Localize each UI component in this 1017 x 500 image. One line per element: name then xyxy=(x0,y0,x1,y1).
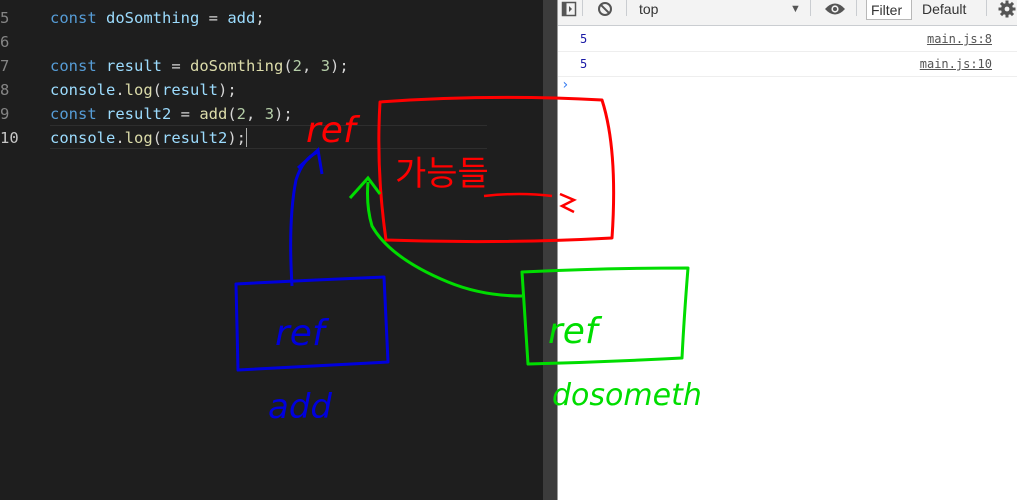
code-token: 3 xyxy=(264,105,275,123)
code-text: console.log(result2); xyxy=(50,126,248,150)
console-source-link[interactable]: main.js:10 xyxy=(920,57,992,71)
live-expression-button[interactable] xyxy=(822,0,848,21)
dropdown-arrow-icon: ▼ xyxy=(790,3,801,15)
code-token: 3 xyxy=(320,57,331,75)
code-token: result xyxy=(162,81,219,99)
context-label: top xyxy=(639,1,659,17)
toolbar-separator xyxy=(856,0,857,16)
filter-placeholder: Filter xyxy=(871,2,903,18)
gear-icon xyxy=(998,0,1016,17)
filter-input[interactable]: Filter xyxy=(866,0,912,20)
code-token: ( xyxy=(152,129,163,147)
line-number: 7 xyxy=(0,57,10,75)
console-prompt[interactable]: › xyxy=(561,77,569,93)
clear-console-button[interactable] xyxy=(594,0,616,21)
devtools-console: top ▼ Filter Default 5 main.js:8 5 main.… xyxy=(558,0,1017,500)
code-token: . xyxy=(115,129,125,147)
code-token: ); xyxy=(330,57,349,75)
code-line[interactable]: 9 const result2 = add(2, 3); xyxy=(0,102,543,126)
toolbar-separator xyxy=(986,0,987,16)
code-token: doSomthing xyxy=(106,9,200,27)
console-message-value: 5 xyxy=(580,57,588,71)
code-text: const result2 = add(2, 3); xyxy=(50,102,293,126)
code-token: log xyxy=(124,81,153,99)
code-token: , xyxy=(246,105,265,123)
toolbar-separator xyxy=(626,0,627,16)
code-token: doSomthing xyxy=(190,57,284,75)
code-token: ); xyxy=(218,81,237,99)
console-source-link[interactable]: main.js:8 xyxy=(927,32,992,46)
code-token: result2 xyxy=(106,105,172,123)
code-token: add xyxy=(227,9,256,27)
code-token: log xyxy=(124,129,153,147)
log-levels-dropdown[interactable]: Default xyxy=(922,0,966,18)
code-text: const result = doSomthing(2, 3); xyxy=(50,54,349,78)
code-token: . xyxy=(115,81,125,99)
console-message-value: 5 xyxy=(580,32,588,46)
code-editor[interactable]: 5 const doSomthing = add; 6 7 const result =… xyxy=(0,0,543,500)
code-token: const xyxy=(50,9,106,27)
line-number: 8 xyxy=(0,81,10,99)
code-token: = xyxy=(199,9,228,27)
code-text: console.log(result); xyxy=(50,78,237,102)
clear-console-icon xyxy=(598,1,612,16)
code-token: ); xyxy=(274,105,293,123)
code-token: 2 xyxy=(236,105,247,123)
code-line[interactable]: 5 const doSomthing = add; xyxy=(0,6,543,30)
line-number: 5 xyxy=(0,9,10,27)
code-token: result2 xyxy=(162,129,228,147)
code-token: , xyxy=(302,57,321,75)
code-token: 2 xyxy=(292,57,303,75)
code-token: ( xyxy=(283,57,293,75)
code-token: = xyxy=(162,57,190,75)
code-line[interactable]: 8 console.log(result); xyxy=(0,78,543,102)
console-settings-button[interactable] xyxy=(996,0,1017,21)
line-number: 6 xyxy=(0,33,10,51)
code-token: ( xyxy=(227,105,237,123)
console-message: 5 main.js:8 xyxy=(558,27,1017,52)
code-line[interactable]: 10 console.log(result2); xyxy=(0,126,543,150)
toolbar-separator xyxy=(810,0,811,16)
sidebar-toggle-icon xyxy=(561,1,577,16)
code-token: const xyxy=(50,57,106,75)
line-number: 9 xyxy=(0,105,10,123)
code-line[interactable]: 6 xyxy=(0,30,543,54)
code-text: const doSomthing = add; xyxy=(50,6,265,30)
text-cursor xyxy=(246,128,248,147)
code-token: ( xyxy=(152,81,163,99)
console-message: 5 main.js:10 xyxy=(558,52,1017,77)
line-number: 10 xyxy=(0,129,19,147)
code-token: result xyxy=(106,57,162,75)
code-token: = xyxy=(171,105,200,123)
sidebar-toggle-button[interactable] xyxy=(558,0,580,21)
eye-icon xyxy=(825,3,845,14)
code-token: ; xyxy=(255,9,265,27)
code-token: console xyxy=(50,81,116,99)
toolbar-separator xyxy=(582,0,583,16)
code-token: console xyxy=(50,129,116,147)
code-token: ); xyxy=(227,129,247,147)
code-token: const xyxy=(50,105,106,123)
code-token: add xyxy=(199,105,228,123)
code-line[interactable]: 7 const result = doSomthing(2, 3); xyxy=(0,54,543,78)
console-toolbar: top ▼ Filter Default xyxy=(558,0,1017,26)
